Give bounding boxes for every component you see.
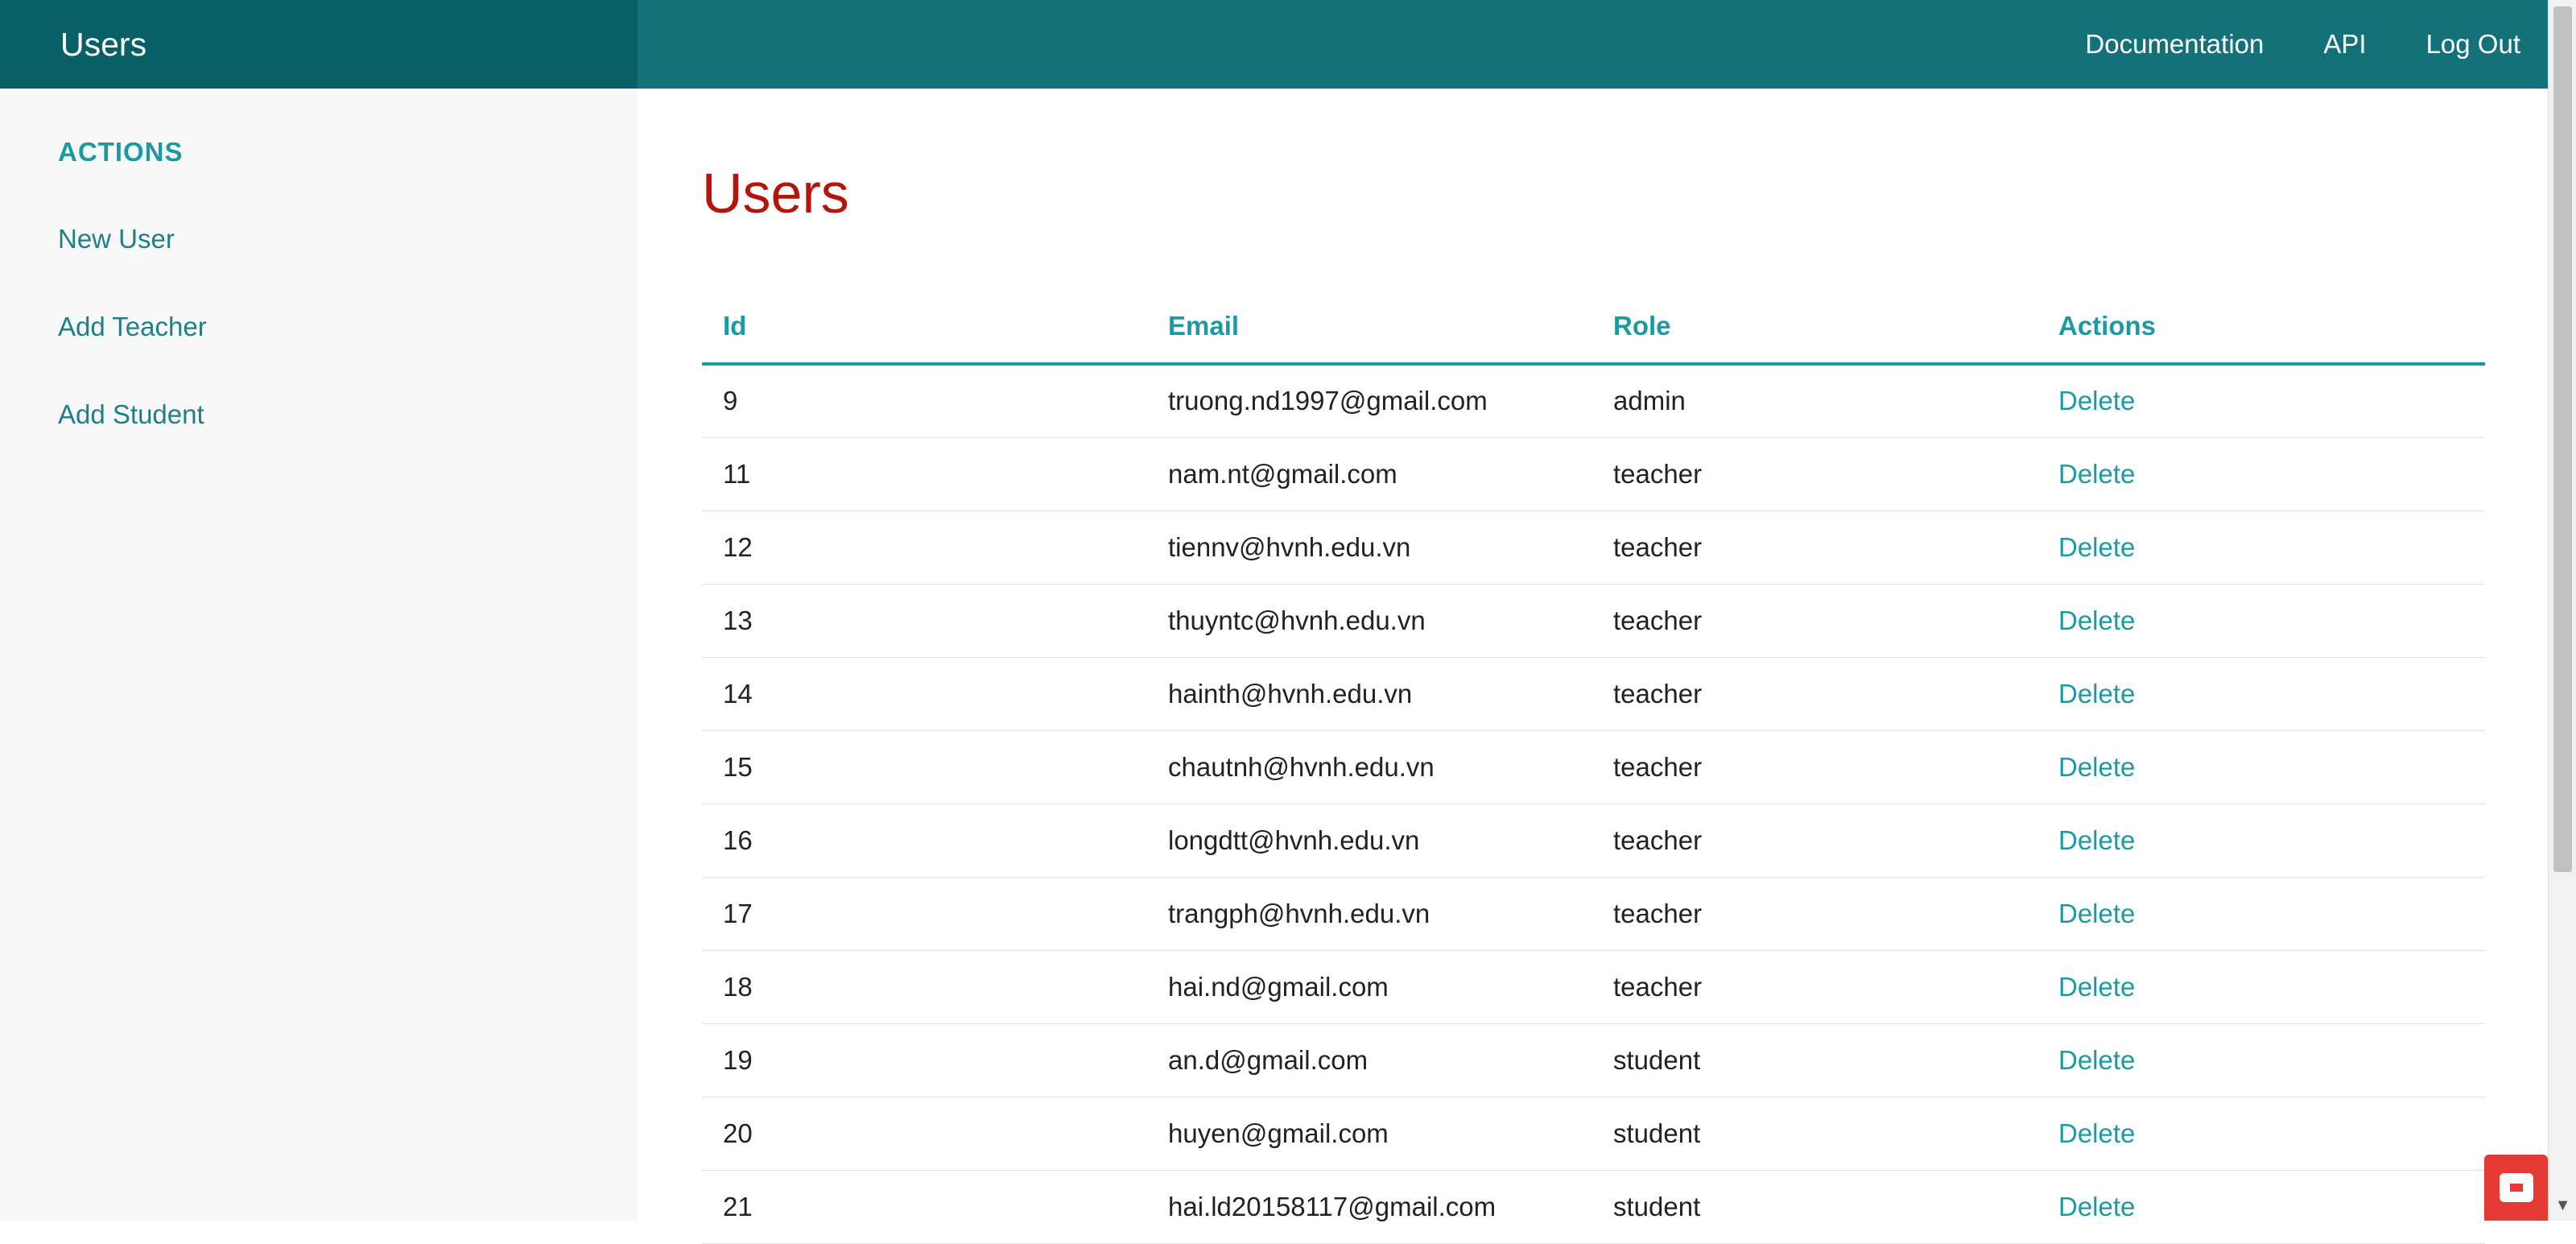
cell-email: longdtt@hvnh.edu.vn	[1147, 804, 1592, 878]
top-nav: Documentation API Log Out	[2025, 0, 2548, 89]
delete-user-button[interactable]: Delete	[2058, 1118, 2135, 1148]
cell-email: chautnh@hvnh.edu.vn	[1147, 730, 1592, 804]
table-header-row: Id Email Role Actions	[702, 290, 2485, 366]
cell-id: 17	[702, 877, 1147, 951]
cell-role: teacher	[1592, 730, 2037, 804]
cell-id: 20	[702, 1097, 1147, 1171]
table-row: 16 longdtt@hvnh.edu.vn teacher Delete	[702, 804, 2485, 878]
delete-user-button[interactable]: Delete	[2058, 825, 2135, 855]
cell-role: teacher	[1592, 804, 2037, 878]
delete-user-button[interactable]: Delete	[2058, 1192, 2135, 1221]
cell-id: 19	[702, 1023, 1147, 1097]
delete-user-button[interactable]: Delete	[2058, 459, 2135, 489]
page-title: Users	[702, 162, 849, 225]
table-row: 9 truong.nd1997@gmail.com admin Delete	[702, 364, 2485, 438]
cell-email: hainth@hvnh.edu.vn	[1147, 657, 1592, 731]
cell-email: nam.nt@gmail.com	[1147, 437, 1592, 511]
cell-actions: Delete	[2037, 1023, 2485, 1097]
cell-email: tiennv@hvnh.edu.vn	[1147, 510, 1592, 585]
cell-actions: Delete	[2037, 437, 2485, 511]
sidebar: ACTIONS New User Add Teacher Add Student	[0, 89, 638, 1221]
users-table: Id Email Role Actions 9 truong.nd1997@gma…	[702, 290, 2485, 1244]
cell-role: teacher	[1592, 437, 2037, 511]
cell-id: 14	[702, 657, 1147, 731]
table-row: 12 tiennv@hvnh.edu.vn teacher Delete	[702, 510, 2485, 585]
cell-id: 11	[702, 437, 1147, 511]
users-table-body: 9 truong.nd1997@gmail.com admin Delete 11 nam…	[702, 364, 2485, 1244]
cell-role: student	[1592, 1097, 2037, 1171]
cell-actions: Delete	[2037, 657, 2485, 731]
cell-email: hai.nd@gmail.com	[1147, 950, 1592, 1024]
cell-email: huyen@gmail.com	[1147, 1097, 1592, 1171]
cell-email: truong.nd1997@gmail.com	[1147, 364, 1592, 438]
cell-id: 16	[702, 804, 1147, 878]
cell-role: teacher	[1592, 584, 2037, 658]
nav-documentation-link[interactable]: Documentation	[2085, 29, 2264, 60]
delete-user-button[interactable]: Delete	[2058, 1045, 2135, 1075]
table-row: 19 an.d@gmail.com student Delete	[702, 1023, 2485, 1097]
cell-email: an.d@gmail.com	[1147, 1023, 1592, 1097]
cell-actions: Delete	[2037, 730, 2485, 804]
cell-actions: Delete	[2037, 584, 2485, 658]
chat-widget-button[interactable]	[2484, 1155, 2548, 1221]
sidebar-heading: ACTIONS	[58, 137, 184, 167]
cell-actions: Delete	[2037, 950, 2485, 1024]
cell-email: hai.ld20158117@gmail.com	[1147, 1170, 1592, 1244]
cell-actions: Delete	[2037, 510, 2485, 585]
cell-actions: Delete	[2037, 1097, 2485, 1171]
cell-id: 21	[702, 1170, 1147, 1244]
table-row: 11 nam.nt@gmail.com teacher Delete	[702, 437, 2485, 511]
table-row: 14 hainth@hvnh.edu.vn teacher Delete	[702, 657, 2485, 731]
table-row: 13 thuyntc@hvnh.edu.vn teacher Delete	[702, 584, 2485, 658]
delete-user-button[interactable]: Delete	[2058, 605, 2135, 635]
cell-id: 18	[702, 950, 1147, 1024]
app-brand[interactable]: Users	[0, 0, 638, 89]
nav-api-link[interactable]: API	[2323, 29, 2366, 60]
chevron-down-icon[interactable]: ▼	[2549, 1195, 2576, 1216]
cell-id: 9	[702, 364, 1147, 438]
cell-role: student	[1592, 1023, 2037, 1097]
scrollbar-thumb[interactable]	[2553, 6, 2572, 872]
cell-actions: Delete	[2037, 804, 2485, 878]
column-header-actions: Actions	[2037, 290, 2485, 366]
cell-id: 15	[702, 730, 1147, 804]
delete-user-button[interactable]: Delete	[2058, 679, 2135, 709]
top-navbar: Users Documentation API Log Out	[0, 0, 2548, 89]
table-row: 21 hai.ld20158117@gmail.com student Delete	[702, 1170, 2485, 1244]
cell-actions: Delete	[2037, 877, 2485, 951]
cell-role: admin	[1592, 364, 2037, 438]
cell-id: 13	[702, 584, 1147, 658]
delete-user-button[interactable]: Delete	[2058, 752, 2135, 782]
cell-email: thuyntc@hvnh.edu.vn	[1147, 584, 1592, 658]
cell-id: 12	[702, 510, 1147, 585]
sidebar-item-add-student[interactable]: Add Student	[58, 399, 204, 430]
cell-actions: Delete	[2037, 1170, 2485, 1244]
column-header-email[interactable]: Email	[1147, 290, 1592, 366]
delete-user-button[interactable]: Delete	[2058, 899, 2135, 928]
sidebar-item-new-user[interactable]: New User	[58, 224, 175, 254]
delete-user-button[interactable]: Delete	[2058, 532, 2135, 562]
delete-user-button[interactable]: Delete	[2058, 386, 2135, 415]
cell-role: teacher	[1592, 877, 2037, 951]
table-row: 20 huyen@gmail.com student Delete	[702, 1097, 2485, 1171]
delete-user-button[interactable]: Delete	[2058, 972, 2135, 1002]
cell-role: teacher	[1592, 510, 2037, 585]
cell-role: teacher	[1592, 657, 2037, 731]
cell-role: student	[1592, 1170, 2037, 1244]
cell-role: teacher	[1592, 950, 2037, 1024]
nav-logout-link[interactable]: Log Out	[2426, 29, 2520, 60]
table-row: 18 hai.nd@gmail.com teacher Delete	[702, 950, 2485, 1024]
cell-actions: Delete	[2037, 364, 2485, 438]
chat-widget-icon	[2499, 1173, 2533, 1202]
cell-email: trangph@hvnh.edu.vn	[1147, 877, 1592, 951]
vertical-scrollbar[interactable]: ▼	[2548, 0, 2576, 1221]
table-row: 15 chautnh@hvnh.edu.vn teacher Delete	[702, 730, 2485, 804]
sidebar-item-add-teacher[interactable]: Add Teacher	[58, 312, 207, 342]
table-row: 17 trangph@hvnh.edu.vn teacher Delete	[702, 877, 2485, 951]
column-header-id[interactable]: Id	[702, 290, 1147, 366]
column-header-role[interactable]: Role	[1592, 290, 2037, 366]
